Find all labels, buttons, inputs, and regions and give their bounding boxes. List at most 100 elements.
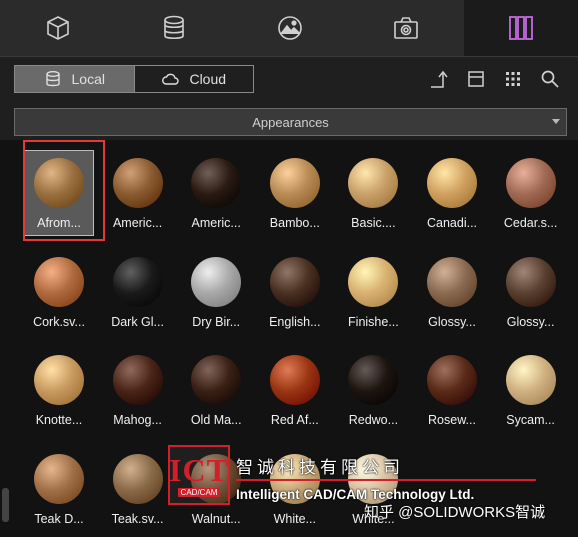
material-preview-sphere (505, 355, 556, 405)
material-preview-sphere (112, 158, 163, 208)
appearance-item-label: Cork.sv... (33, 314, 85, 329)
database-icon (164, 15, 184, 40)
appearance-item[interactable]: English... (256, 243, 334, 337)
material-preview-sphere (112, 355, 163, 405)
appearance-item-label: Old Ma... (190, 413, 242, 427)
appearance-item-label: Bambo... (269, 216, 320, 230)
material-preview-sphere (191, 158, 242, 208)
material-preview-sphere (34, 256, 84, 307)
material-preview-sphere (427, 158, 477, 208)
material-preview-sphere (348, 355, 399, 405)
database-icon (45, 71, 60, 87)
tab-database[interactable] (116, 0, 232, 56)
appearance-item-label: English... (269, 314, 321, 329)
appearance-item[interactable]: Canadi... (413, 144, 491, 238)
grid-view-button[interactable] (501, 67, 525, 91)
cloud-label: Cloud (189, 71, 227, 87)
appearance-item-label: Basic.... (351, 216, 396, 230)
company-name-en: Intelligent CAD/CAM Technology Ltd. (236, 487, 475, 502)
appearance-item[interactable]: Basic.... (334, 144, 412, 238)
appearance-item-label: Teak D... (34, 511, 84, 526)
appearance-item-label: Knotte... (35, 413, 83, 427)
appearance-item[interactable]: Cedar.s... (492, 144, 570, 238)
appearance-item[interactable]: Dark Gl... (99, 243, 177, 337)
appearance-item[interactable]: Bambo... (256, 144, 334, 238)
source-toggle: Local Cloud (14, 65, 254, 93)
grid-view-icon (506, 72, 520, 86)
appearance-item-label: Dry Bir... (192, 314, 241, 329)
list-view-button[interactable] (464, 67, 488, 91)
scrollbar[interactable] (2, 488, 9, 522)
watermark-divider (236, 479, 536, 481)
camera-icon (394, 17, 418, 39)
up-level-button[interactable] (427, 67, 451, 91)
tab-parts[interactable] (0, 0, 116, 56)
material-preview-sphere (505, 256, 556, 307)
appearance-item[interactable]: Finishe... (334, 243, 412, 337)
material-preview-sphere (112, 256, 163, 307)
appearance-item[interactable]: Glossy... (492, 243, 570, 337)
up-level-icon (431, 70, 448, 88)
appearance-item[interactable]: Mahog... (99, 341, 177, 435)
chevron-down-icon (552, 119, 560, 124)
appearance-item[interactable]: Redwo... (334, 341, 412, 435)
columns-icon (509, 16, 533, 40)
tab-environments[interactable] (232, 0, 348, 56)
appearance-item-label: Americ... (112, 216, 163, 230)
appearance-item-label: Mahog... (113, 413, 162, 427)
landscape-icon (278, 16, 302, 40)
material-preview-sphere (348, 158, 399, 208)
cloud-icon (162, 73, 180, 85)
material-preview-sphere (348, 256, 399, 307)
tab-appearances[interactable] (464, 0, 578, 56)
appearance-item[interactable]: Dry Bir... (177, 243, 255, 337)
cube-icon (47, 16, 69, 40)
category-dropdown[interactable]: Appearances (14, 108, 567, 136)
appearance-item-label: Finishe... (348, 314, 399, 329)
appearance-item-label: Cedar.s... (503, 216, 558, 230)
list-view-icon (468, 71, 484, 87)
material-preview-sphere (269, 355, 320, 405)
local-button[interactable]: Local (15, 66, 134, 92)
local-label: Local (71, 71, 105, 87)
highlight-annotation-box (23, 140, 105, 241)
material-preview-sphere (34, 355, 84, 405)
appearance-item[interactable]: Red Af... (256, 341, 334, 435)
appearance-item-label: Rosew... (428, 413, 476, 427)
appearance-item[interactable]: Sycam... (492, 341, 570, 435)
appearance-item[interactable]: Teak D... (20, 440, 98, 534)
appearance-item-label: Redwo... (348, 413, 399, 427)
tab-camera[interactable] (348, 0, 464, 56)
material-preview-sphere (427, 355, 477, 405)
cloud-button[interactable]: Cloud (133, 66, 254, 92)
company-name-cn: 智诚科技有限公司 (236, 458, 404, 477)
appearance-item-label: Americ... (191, 216, 241, 230)
material-preview-sphere (505, 158, 556, 208)
logo-subtext: CAD/CAM (177, 487, 221, 497)
material-preview-sphere (191, 355, 242, 405)
appearance-item[interactable]: Rosew... (413, 341, 491, 435)
appearance-item-label: Glossy... (506, 314, 555, 329)
appearance-item-label: Sycam... (506, 413, 555, 427)
appearance-item-label: Teak.sv... (111, 511, 164, 526)
appearance-item[interactable]: Old Ma... (177, 341, 255, 435)
search-icon (541, 70, 559, 88)
appearance-item-label: Red Af... (270, 413, 319, 427)
appearance-item[interactable]: Teak.sv... (99, 440, 177, 534)
appearance-item[interactable]: Glossy... (413, 243, 491, 337)
material-preview-sphere (34, 453, 84, 504)
appearance-item-label: White... (273, 511, 316, 526)
appearance-item-label: Canadi... (426, 216, 478, 230)
appearance-item[interactable]: Cork.sv... (20, 243, 98, 337)
appearance-item[interactable]: Americ... (99, 144, 177, 238)
appearance-item-label: Glossy... (428, 314, 476, 329)
appearance-item[interactable]: Knotte... (20, 341, 98, 435)
material-preview-sphere (191, 256, 242, 307)
category-dropdown-value: Appearances (252, 114, 329, 130)
appearance-item[interactable]: Americ... (177, 144, 255, 238)
material-preview-sphere (112, 453, 163, 504)
search-button[interactable] (538, 67, 562, 91)
appearance-item-label: Dark Gl... (111, 314, 164, 329)
material-preview-sphere (269, 256, 320, 307)
company-logo: ICT CAD/CAM (168, 445, 230, 505)
